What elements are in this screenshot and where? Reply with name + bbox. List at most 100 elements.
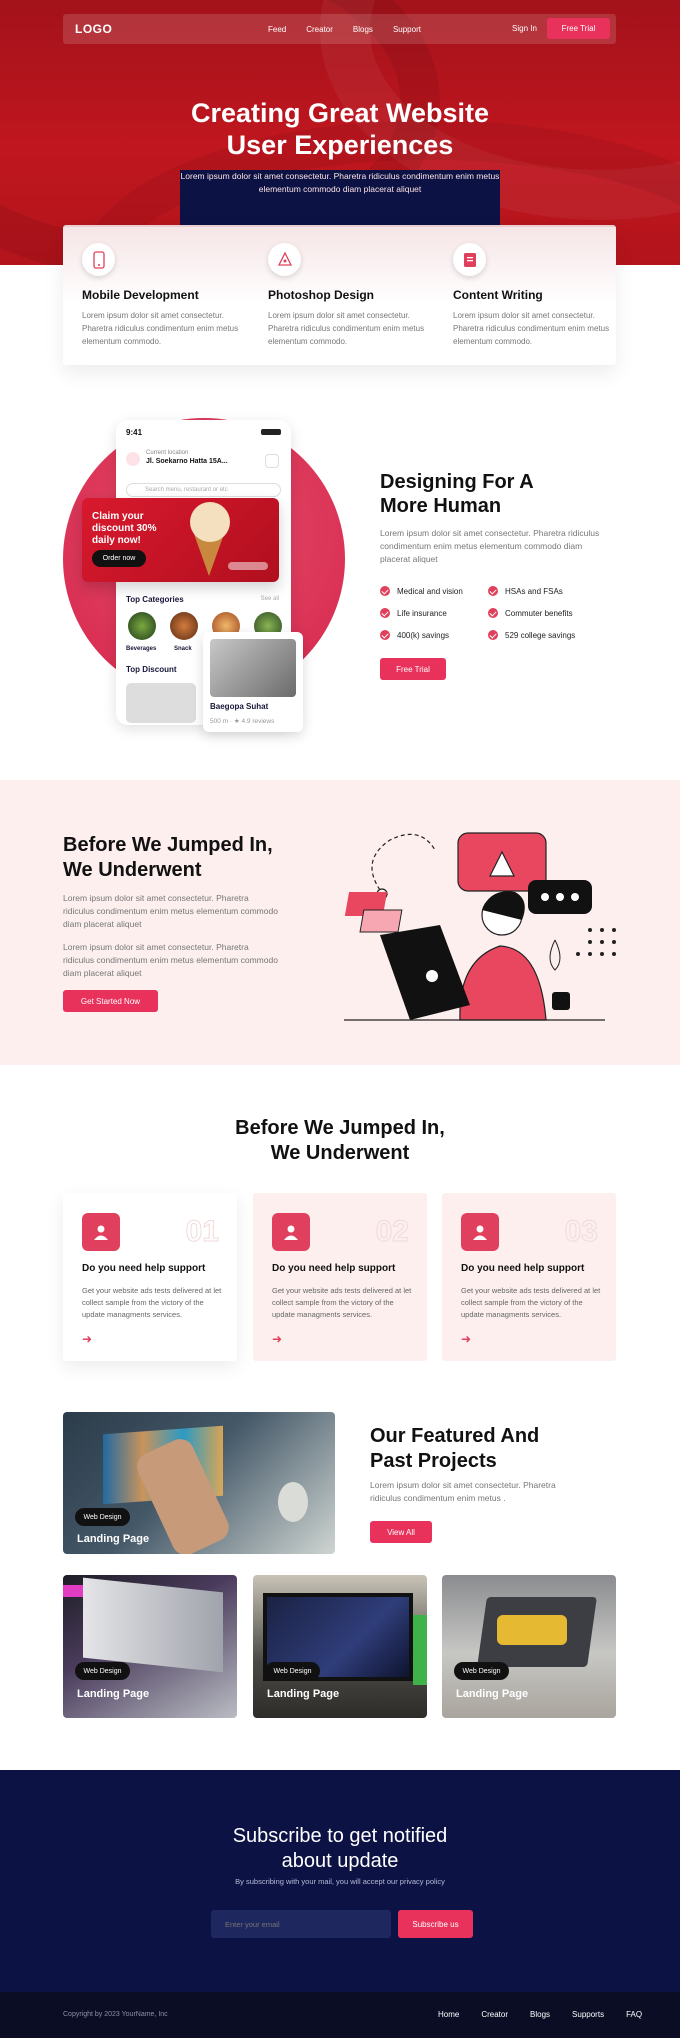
email-input[interactable] <box>211 1910 391 1938</box>
free-trial-button[interactable]: Free Trial <box>380 658 446 680</box>
card-number: 01 <box>185 1215 219 1249</box>
footer: Copyright by 2023 YourName, Inc Home Cre… <box>0 1992 680 2038</box>
free-trial-button[interactable]: Free Trial <box>547 18 610 39</box>
sign-in-link[interactable]: Sign In <box>512 24 537 33</box>
service-text: Lorem ipsum dolor sit amet consectetur. … <box>82 311 239 346</box>
footer-link-supports[interactable]: Supports <box>572 2010 604 2019</box>
arrow-right-icon[interactable]: ➜ <box>272 1332 282 1346</box>
jumped-section: Before We Jumped In, We Underwent Lorem i… <box>0 780 680 1065</box>
card-title: Do you need help support <box>461 1263 585 1274</box>
phone-icon <box>82 243 115 276</box>
service-text: Lorem ipsum dolor sit amet consectetur. … <box>268 311 425 346</box>
project-card[interactable]: Web Design Landing Page <box>63 1412 335 1554</box>
nav-link-creator[interactable]: Creator <box>306 25 333 34</box>
card-number: 02 <box>375 1215 409 1249</box>
card-title: Do you need help support <box>82 1263 206 1274</box>
top-discount-title: Top Discount <box>126 665 177 674</box>
support-card: 03 Do you need help support Get your web… <box>442 1193 616 1361</box>
project-tag: Web Design <box>75 1508 130 1526</box>
current-location: Current location Jl. Soekarno Hatta 15A..… <box>146 450 228 465</box>
footer-link-blogs[interactable]: Blogs <box>530 2010 550 2019</box>
service-mobile: Mobile Development Lorem ipsum dolor sit… <box>82 243 242 348</box>
subscribe-title: Subscribe to get notified about update <box>232 1825 448 1872</box>
nav-link-support[interactable]: Support <box>393 25 421 34</box>
user-icon <box>461 1213 499 1251</box>
person-laptop-illustration <box>344 832 616 1021</box>
project-tag: Web Design <box>75 1662 130 1680</box>
steps-title: Before We Jumped In, We Underwent <box>235 1117 445 1164</box>
service-title: Photoshop Design <box>268 288 374 302</box>
card-text: Get your website ads tests delivered at … <box>82 1286 222 1319</box>
projects-title: Our Featured And Past Projects <box>370 1425 540 1472</box>
project-card[interactable]: Web Design Landing Page <box>253 1575 427 1718</box>
check-icon <box>488 608 498 618</box>
restaurant-name: Baegopa Suhat <box>210 702 269 711</box>
subscribe-section: Subscribe to get notified about update By… <box>0 1770 680 1992</box>
card-text: Get your website ads tests delivered at … <box>272 1286 412 1319</box>
battery-icon <box>261 429 281 435</box>
card-text: Get your website ads tests delivered at … <box>461 1286 601 1319</box>
copyright: Copyright by 2023 YourName, Inc <box>63 2011 168 2018</box>
user-icon <box>82 1213 120 1251</box>
jumped-title: Before We Jumped In, We Underwent <box>63 834 273 881</box>
projects-text: Lorem ipsum dolor sit amet consectetur. … <box>370 1480 556 1503</box>
feature-item: Life insurance <box>380 608 447 618</box>
discount-image <box>126 683 196 723</box>
get-started-button[interactable]: Get Started Now <box>63 990 158 1012</box>
bell-icon <box>265 454 279 468</box>
logo[interactable]: LOGO <box>75 22 112 36</box>
carousel-dots <box>228 562 268 570</box>
footer-links: Home Creator Blogs Supports FAQ <box>438 2010 642 2019</box>
view-all-button[interactable]: View All <box>370 1521 432 1543</box>
services-card: Mobile Development Lorem ipsum dolor sit… <box>63 225 616 365</box>
promo-banner: Claim your discount 30% daily now! Order n… <box>82 498 279 582</box>
location-pin-icon <box>126 452 140 466</box>
footer-link-creator[interactable]: Creator <box>481 2010 508 2019</box>
nav-link-blogs[interactable]: Blogs <box>353 25 373 34</box>
pen-tool-icon <box>268 243 301 276</box>
card-number: 03 <box>564 1215 598 1249</box>
project-tag: Web Design <box>265 1662 320 1680</box>
project-tag: Web Design <box>454 1662 509 1680</box>
jumped-text: Lorem ipsum dolor sit amet consectetur. … <box>63 893 278 929</box>
category-snack-image <box>170 612 198 640</box>
category-beverages-image <box>128 612 156 640</box>
feature-item: 400(k) savings <box>380 630 449 640</box>
project-title: Landing Page <box>267 1688 340 1700</box>
order-now-button: Order now <box>92 550 146 567</box>
arrow-right-icon[interactable]: ➜ <box>461 1332 471 1346</box>
project-card[interactable]: Web Design Landing Page <box>63 1575 237 1718</box>
footer-link-faq[interactable]: FAQ <box>626 2010 642 2019</box>
footer-link-home[interactable]: Home <box>438 2010 459 2019</box>
service-writing: Content Writing Lorem ipsum dolor sit am… <box>453 243 613 348</box>
jumped-text: Lorem ipsum dolor sit amet consectetur. … <box>63 942 278 978</box>
check-icon <box>488 630 498 640</box>
see-all-link: See all <box>260 596 279 602</box>
service-title: Content Writing <box>453 288 543 302</box>
nav-link-feed[interactable]: Feed <box>268 25 286 34</box>
arrow-right-icon[interactable]: ➜ <box>82 1332 92 1346</box>
project-card[interactable]: Web Design Landing Page <box>442 1575 616 1718</box>
phone-time: 9:41 <box>126 428 143 437</box>
app-search-input: Search menu, restaurant or etc <box>126 483 281 497</box>
feature-item: Commuter benefits <box>488 608 573 618</box>
document-icon <box>453 243 486 276</box>
subscribe-text: By subscribing with your mail, you will … <box>235 1877 445 1886</box>
project-title: Landing Page <box>77 1533 150 1545</box>
restaurant-card: Baegopa Suhat 500 m · ★ 4.9 reviews <box>203 632 303 732</box>
restaurant-image <box>210 639 296 697</box>
human-text: Lorem ipsum dolor sit amet consectetur. … <box>380 528 600 564</box>
subscribe-button[interactable]: Subscribe us <box>398 1910 473 1938</box>
category-label: Beverages <box>126 646 157 652</box>
landing-page: LOGO Feed Creator Blogs Support Sign In … <box>0 0 680 2038</box>
check-icon <box>380 630 390 640</box>
hero-title: Creating Great Website User Experiences <box>190 98 490 160</box>
top-categories-title: Top Categories <box>126 595 184 604</box>
top-navbar: LOGO Feed Creator Blogs Support Sign In … <box>63 14 616 44</box>
user-icon <box>272 1213 310 1251</box>
support-card: 02 Do you need help support Get your web… <box>253 1193 427 1361</box>
check-icon <box>488 586 498 596</box>
check-icon <box>380 586 390 596</box>
service-text: Lorem ipsum dolor sit amet consectetur. … <box>453 311 610 346</box>
service-title: Mobile Development <box>82 288 199 302</box>
